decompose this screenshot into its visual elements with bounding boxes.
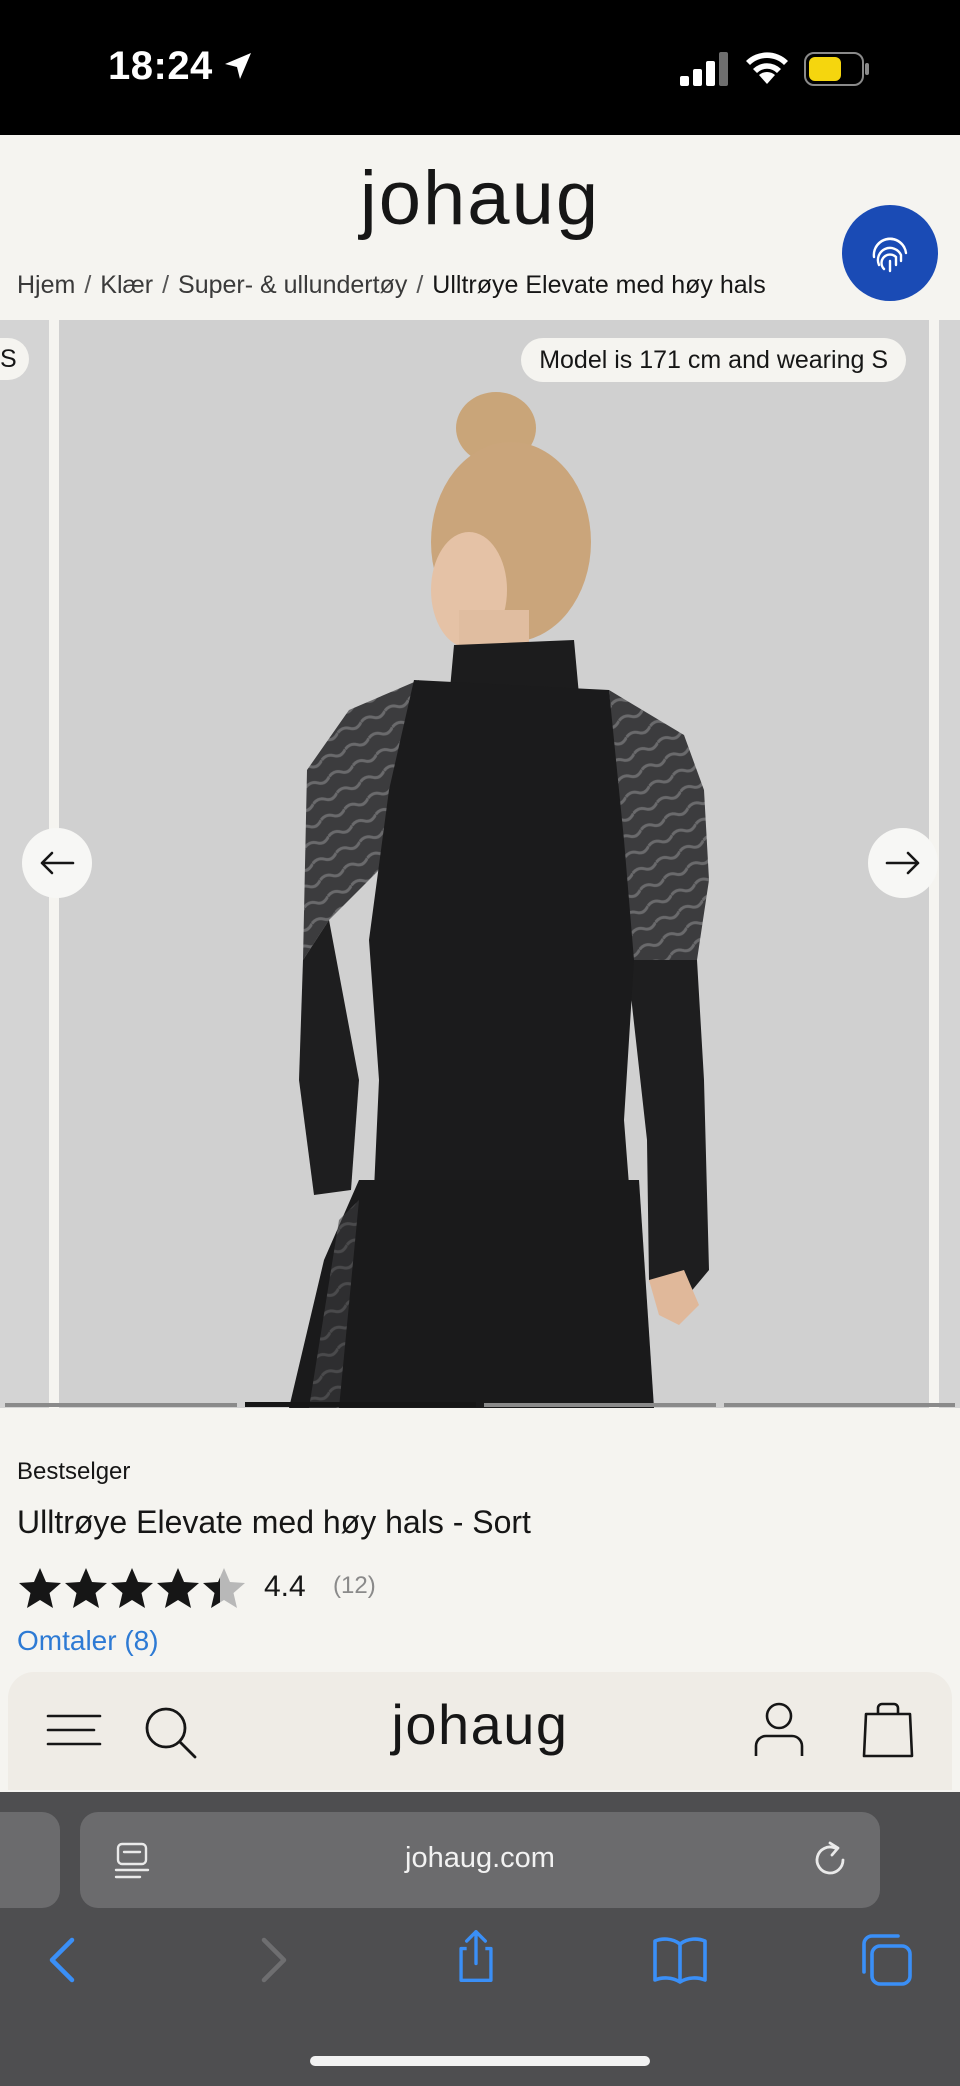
star-icon <box>65 1568 107 1608</box>
url-text[interactable]: johaug.com <box>80 1842 880 1875</box>
model-size-badge: Model is 171 cm and wearing S <box>521 338 906 382</box>
star-icon <box>157 1568 199 1608</box>
account-icon[interactable] <box>750 1700 808 1758</box>
gallery-next-button[interactable] <box>868 828 938 898</box>
status-time: 18:24 <box>108 44 213 88</box>
rating-value: 4.4 <box>264 1570 306 1603</box>
site-logo[interactable]: johaug <box>0 155 960 242</box>
breadcrumb-separator: / <box>162 271 170 299</box>
arrow-left-icon <box>40 851 75 875</box>
breadcrumb-current: Ulltrøye Elevate med høy hals <box>432 271 766 299</box>
product-image: Model is 171 cm and wearing S <box>59 320 929 1408</box>
next-slide[interactable] <box>939 320 960 1408</box>
rating-count: (12) <box>333 1572 376 1599</box>
forward-icon[interactable] <box>244 1932 300 1988</box>
star-icon <box>111 1568 153 1608</box>
previous-tab-peek[interactable] <box>0 1812 60 1908</box>
home-indicator <box>310 2056 650 2066</box>
arrow-right-icon <box>885 851 920 875</box>
reviews-link[interactable]: Omtaler (8) <box>17 1625 159 1657</box>
safari-chrome: johaug.com <box>0 1792 960 2086</box>
wifi-icon <box>746 52 788 84</box>
star-icon <box>19 1568 61 1608</box>
fingerprint-icon <box>872 237 908 273</box>
breadcrumb: Hjem / Klær / Super- & ullundertøy / Ulltrøye … <box>17 271 766 300</box>
progress-segment[interactable] <box>723 1403 955 1407</box>
progress-segment-active[interactable] <box>244 1402 476 1407</box>
site-header: johaug Hjem / Klær / Super- & ullundertøy / Ul… <box>0 135 960 320</box>
product-gallery[interactable]: S Model is 171 cm and wearing S <box>0 320 960 1408</box>
bag-icon[interactable] <box>860 1700 916 1760</box>
back-icon[interactable] <box>36 1932 92 1988</box>
breadcrumb-clothes[interactable]: Klær <box>100 271 153 300</box>
nav-logo[interactable]: johaug <box>8 1692 952 1757</box>
battery-icon <box>804 52 869 86</box>
breadcrumb-home[interactable]: Hjem <box>17 271 75 300</box>
model-photo <box>289 392 709 1408</box>
breadcrumb-separator: / <box>84 271 92 299</box>
share-icon[interactable] <box>448 1928 504 1984</box>
address-bar[interactable]: johaug.com <box>80 1812 880 1908</box>
cellular-signal-icon <box>680 52 728 86</box>
fingerprint-button[interactable] <box>842 205 938 301</box>
sticky-bottom-nav: johaug <box>8 1672 952 1790</box>
product-title: Ulltrøye Elevate med høy hals - Sort <box>17 1504 531 1540</box>
tabs-icon[interactable] <box>858 1932 914 1988</box>
rating-stars <box>19 1568 245 1608</box>
breadcrumb-separator: / <box>416 271 424 299</box>
bestseller-label: Bestselger <box>17 1458 131 1485</box>
product-info: Bestselger Ulltrøye Elevate med høy hals… <box>0 1408 960 1668</box>
reload-icon[interactable] <box>810 1840 850 1880</box>
bookmarks-icon[interactable] <box>652 1932 708 1988</box>
progress-segment[interactable] <box>484 1403 716 1407</box>
location-arrow-icon <box>225 53 251 79</box>
progress-segment[interactable] <box>5 1403 237 1407</box>
status-bar: 18:24 <box>0 0 960 135</box>
prev-slide-size-badge: S <box>0 338 29 380</box>
star-partial-icon <box>203 1568 245 1608</box>
gallery-prev-button[interactable] <box>22 828 92 898</box>
breadcrumb-underwear[interactable]: Super- & ullundertøy <box>178 271 407 300</box>
